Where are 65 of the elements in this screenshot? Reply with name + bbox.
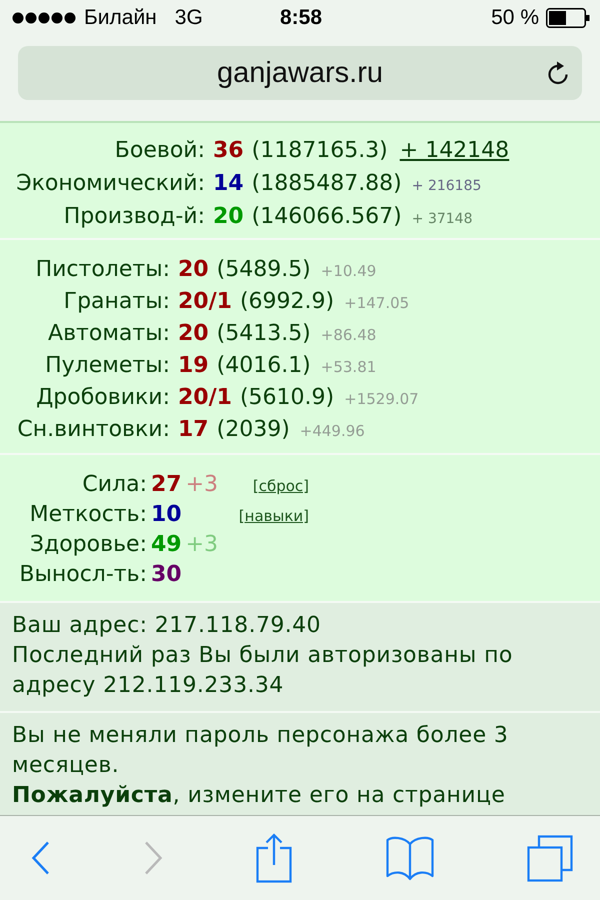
weapon-level: 19 bbox=[178, 352, 209, 380]
attribute-label: Здоровье: bbox=[28, 531, 147, 559]
weapon-experience: (2039) bbox=[216, 416, 290, 444]
tabs-icon[interactable] bbox=[527, 834, 573, 882]
attribute-value: 49 bbox=[151, 531, 182, 559]
stat-total: (146066.567) bbox=[252, 203, 402, 231]
signal-icon bbox=[12, 12, 76, 24]
stat-label: Боевой: bbox=[114, 137, 205, 165]
gain-note: + 216185 bbox=[412, 177, 482, 196]
gain-link[interactable]: + 142148 bbox=[400, 134, 510, 167]
weapon-experience: (5489.5) bbox=[216, 256, 311, 284]
weapon-level: 20 bbox=[178, 320, 209, 348]
stat-value: 36 bbox=[213, 137, 244, 165]
weapon-level: 17 bbox=[178, 416, 209, 444]
weapon-level: 20/1 bbox=[178, 384, 232, 412]
attribute-bonus: +3 bbox=[186, 471, 218, 499]
reload-icon[interactable] bbox=[546, 61, 570, 85]
weapon-label: Сн.винтовки: bbox=[16, 416, 170, 444]
address-field[interactable]: ganjawars.ru bbox=[18, 46, 582, 100]
weapon-gain: +10.49 bbox=[320, 261, 376, 282]
attribute-bonus: +3 bbox=[186, 531, 218, 559]
attribute-value: 27 bbox=[151, 471, 182, 499]
weapon-gain: +1529.07 bbox=[344, 389, 419, 410]
attribute-label: Сила: bbox=[81, 471, 147, 499]
stat-value: 20 bbox=[213, 203, 244, 231]
book-icon[interactable] bbox=[386, 836, 434, 880]
attribute-value: 30 bbox=[151, 561, 182, 589]
text-link[interactable]: [сброс] bbox=[252, 471, 309, 501]
stat-value: 14 bbox=[213, 170, 244, 198]
weapon-label: Автоматы: bbox=[47, 320, 170, 348]
notice-text: Вы не меняли пароль персонажа более 3 месяцев. bbox=[12, 722, 510, 780]
battery-icon bbox=[546, 8, 590, 28]
text-link[interactable]: [навыки] bbox=[238, 501, 309, 531]
weapon-gain: +86.48 bbox=[320, 325, 376, 346]
chevron-left-icon[interactable] bbox=[31, 841, 50, 875]
stat-total: (1885487.88) bbox=[252, 170, 402, 198]
weapon-label: Пистолеты: bbox=[34, 256, 170, 284]
notice-text: Пожалуйста, измените его на странице bbox=[12, 782, 506, 810]
weapon-experience: (4016.1) bbox=[216, 352, 311, 380]
share-icon[interactable] bbox=[256, 833, 292, 883]
attribute-value: 10 bbox=[151, 501, 182, 529]
attribute-label: Меткость: bbox=[28, 501, 147, 529]
clock-time: 8:58 bbox=[280, 6, 322, 30]
battery-percent: 50 % bbox=[491, 6, 539, 30]
stat-label: Экономический: bbox=[15, 170, 205, 198]
url-text: ganjawars.ru bbox=[216, 56, 384, 90]
notice-text: Ваш адрес: 217.118.79.40 bbox=[12, 612, 322, 640]
weapon-experience: (5413.5) bbox=[216, 320, 311, 348]
weapon-label: Гранаты: bbox=[62, 288, 170, 316]
carrier-name: Билайн bbox=[84, 6, 157, 30]
weapon-label: Дробовики: bbox=[35, 384, 170, 412]
weapon-gain: +147.05 bbox=[344, 293, 410, 314]
attribute-label: Выносл-ть: bbox=[18, 561, 147, 589]
weapon-level: 20 bbox=[178, 256, 209, 284]
weapon-level: 20/1 bbox=[178, 288, 232, 316]
weapon-gain: +53.81 bbox=[320, 357, 376, 378]
gain-note: + 37148 bbox=[412, 210, 472, 229]
network-type: 3G bbox=[174, 6, 203, 30]
weapon-label: Пулеметы: bbox=[44, 352, 170, 380]
notice-text: Последний раз Вы были авторизованы по адресу 212.119.233.34 bbox=[12, 642, 514, 700]
weapon-experience: (5610.9) bbox=[240, 384, 334, 412]
stat-label: Производ-й: bbox=[62, 203, 205, 231]
weapon-experience: (6992.9) bbox=[240, 288, 334, 316]
weapon-gain: +449.96 bbox=[300, 421, 365, 442]
stat-total: (1187165.3) bbox=[252, 137, 388, 165]
